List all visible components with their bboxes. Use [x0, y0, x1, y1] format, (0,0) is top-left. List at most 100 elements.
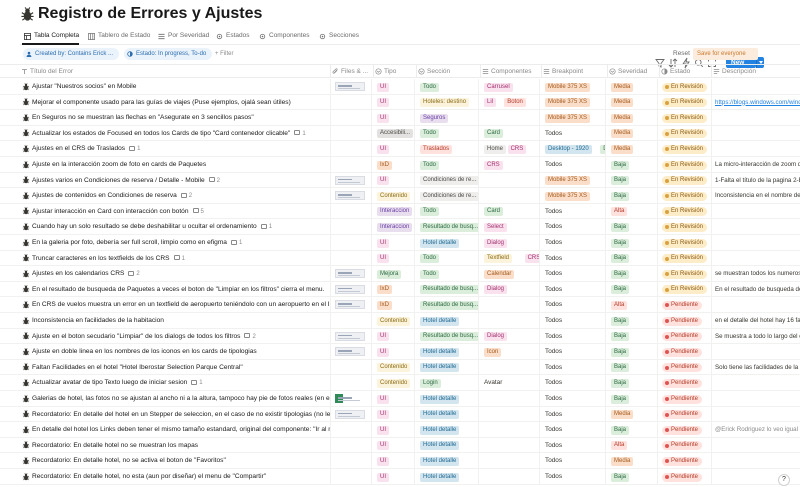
files-cell[interactable] — [331, 297, 372, 313]
severidad-tag[interactable]: Media — [611, 82, 634, 92]
componente-tag[interactable]: Dialog — [484, 332, 508, 342]
seccion-tag[interactable]: Resultado de busq... — [420, 222, 478, 232]
severidad-cell[interactable]: Baja — [608, 188, 658, 204]
table-row[interactable]: En Seguros no se muestran las flechas en… — [0, 110, 800, 126]
tipo-cell[interactable]: IxD — [374, 157, 415, 172]
status-badge[interactable]: En Revisión — [662, 113, 708, 123]
status-badge[interactable]: En Revisión — [662, 269, 708, 279]
attachment-thumbnail[interactable] — [335, 331, 365, 341]
seccion-tag[interactable]: Hotel detalle — [420, 394, 460, 404]
filter-chip-estado[interactable]: Estado: In progress, To-do — [124, 48, 213, 60]
filter-chip-created-by[interactable]: Created by: Contains Erick ... — [23, 48, 120, 60]
seccion-tag[interactable]: Hotel detalle — [420, 472, 460, 482]
severidad-cell[interactable]: Baja — [608, 422, 658, 438]
severidad-cell[interactable]: Alta — [608, 297, 658, 313]
tipo-cell[interactable]: Contenido — [374, 188, 415, 204]
severidad-cell[interactable]: Baja — [608, 219, 658, 235]
breakpoint-tag[interactable]: Todos — [545, 453, 562, 468]
estado-cell[interactable]: En Revisión — [660, 266, 712, 282]
estado-cell[interactable]: Pendiente — [660, 453, 712, 469]
tipo-cell[interactable]: UI — [374, 172, 415, 188]
tipo-cell[interactable]: Contenido — [374, 375, 415, 391]
severidad-tag[interactable]: Baja — [611, 269, 630, 279]
tipo-tag[interactable]: UI — [377, 472, 389, 482]
componentes-cell[interactable] — [481, 422, 540, 438]
seccion-cell[interactable]: Traslados — [417, 141, 479, 157]
status-badge[interactable]: Pendiente — [662, 347, 703, 357]
attachment-thumbnail[interactable] — [335, 82, 365, 91]
breakpoint-tag[interactable]: Todos — [545, 235, 562, 250]
files-cell[interactable] — [331, 359, 372, 375]
severidad-cell[interactable]: Baja — [608, 328, 658, 344]
tipo-tag[interactable]: Contenido — [377, 378, 411, 388]
breakpoint-cell[interactable]: Todos — [542, 219, 606, 235]
breakpoint-cell[interactable]: Todos — [542, 125, 606, 141]
attachment-thumbnail[interactable] — [335, 284, 365, 294]
title-cell[interactable]: Ajuste en el boton secudario "Limpiar" d… — [20, 328, 331, 344]
breakpoint-cell[interactable]: Mobile 375 XS — [542, 79, 606, 94]
help-button[interactable]: ? — [778, 474, 790, 486]
breakpoint-tag[interactable]: Mobile 375 XS — [545, 82, 591, 92]
severidad-cell[interactable]: Media — [608, 406, 658, 422]
descripcion-cell[interactable] — [712, 110, 800, 125]
severidad-tag[interactable]: Baja — [611, 425, 630, 435]
tipo-tag[interactable]: UI — [377, 113, 389, 123]
componentes-cell[interactable]: Card — [481, 125, 540, 141]
attachment-thumbnail[interactable] — [335, 394, 360, 403]
files-cell[interactable] — [331, 328, 372, 344]
seccion-tag[interactable]: Traslados — [420, 144, 453, 154]
table-row[interactable]: Ajustes varios en Condiciones de reserva… — [0, 172, 800, 189]
severidad-cell[interactable]: Baja — [608, 250, 658, 266]
title-cell[interactable]: Ajustar interacción en Card con interacc… — [20, 203, 331, 219]
componente-tag[interactable]: CRS — [484, 160, 503, 170]
tipo-cell[interactable]: UI — [374, 235, 415, 250]
breakpoint-cell[interactable]: Todos — [542, 203, 606, 219]
status-badge[interactable]: En Revisión — [662, 254, 708, 264]
description-link[interactable]: https://blogs.windows.com/windowsexperie… — [715, 99, 800, 106]
estado-cell[interactable]: En Revisión — [660, 281, 712, 297]
componentes-cell[interactable]: Avatar — [481, 375, 540, 391]
title-cell[interactable]: Ajustes varios en Condiciones de reserva… — [20, 172, 331, 188]
breakpoint-tag[interactable]: Todos — [545, 157, 562, 172]
breakpoint-tag[interactable]: Todos — [545, 391, 562, 406]
tipo-cell[interactable]: UI — [374, 453, 415, 469]
componentes-cell[interactable]: Dialog — [481, 281, 540, 297]
tipo-cell[interactable]: Interaccion — [374, 203, 415, 219]
descripcion-cell[interactable]: se muestran todos los numeros de — [712, 266, 800, 281]
breakpoint-cell[interactable]: Todos — [542, 313, 606, 328]
tipo-tag[interactable]: UI — [377, 347, 389, 357]
severidad-tag[interactable]: Media — [611, 144, 634, 154]
table-row[interactable]: Recordatorio: En detalle hotel, no esta … — [0, 469, 800, 485]
files-cell[interactable] — [331, 94, 372, 110]
tab-secciones[interactable]: Secciones — [318, 30, 359, 42]
estado-cell[interactable]: Pendiente — [660, 469, 712, 484]
status-badge[interactable]: En Revisión — [662, 285, 708, 295]
seccion-tag[interactable]: Condiciones de re... — [420, 191, 478, 201]
severidad-tag[interactable]: Baja — [611, 394, 630, 404]
severidad-tag[interactable]: Baja — [611, 176, 630, 186]
breakpoint-cell[interactable]: Todos — [542, 328, 606, 344]
breakpoint-tag[interactable]: Desktop — [600, 144, 605, 154]
tipo-cell[interactable]: UI — [374, 406, 415, 422]
severidad-tag[interactable]: Media — [611, 456, 634, 466]
title-cell[interactable]: Actualizar los estados de Focused en tod… — [20, 125, 331, 141]
comment-count[interactable]: 1 — [173, 255, 185, 262]
estado-cell[interactable]: En Revisión — [660, 110, 712, 126]
componentes-cell[interactable]: Icon — [481, 344, 540, 360]
seccion-cell[interactable]: Hotel detalle — [417, 469, 479, 484]
severidad-cell[interactable]: Baja — [608, 157, 658, 172]
tipo-tag[interactable]: IxD — [377, 300, 392, 310]
estado-cell[interactable]: En Revisión — [660, 172, 712, 188]
breakpoint-tag[interactable]: Todos — [545, 251, 562, 266]
estado-cell[interactable]: En Revisión — [660, 94, 712, 110]
status-badge[interactable]: En Revisión — [662, 176, 708, 186]
descripcion-cell[interactable] — [712, 126, 800, 141]
status-badge[interactable]: Pendiente — [662, 441, 703, 451]
breakpoint-tag[interactable]: Todos — [545, 469, 562, 484]
severidad-cell[interactable]: Baja — [608, 359, 658, 375]
breakpoint-cell[interactable]: Todos — [542, 422, 606, 438]
comment-count[interactable]: 1 — [260, 223, 272, 230]
descripcion-cell[interactable] — [712, 438, 800, 453]
descripcion-cell[interactable]: 1-Falta el título de la pagina 2-Esta — [712, 173, 800, 188]
estado-cell[interactable]: Pendiente — [660, 422, 712, 438]
